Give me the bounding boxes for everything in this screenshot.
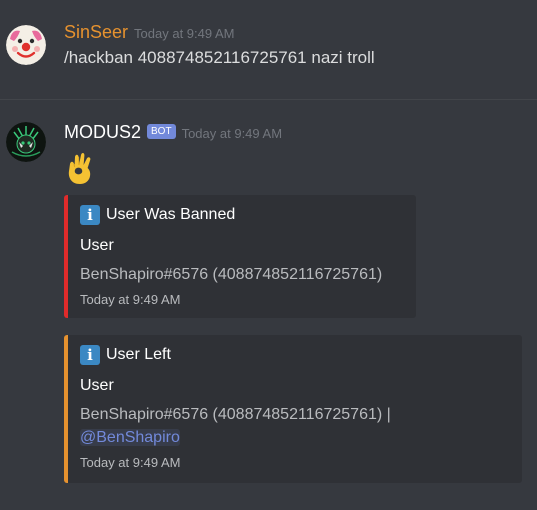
author-name[interactable]: MODUS2	[64, 122, 141, 143]
ok-hand-icon	[68, 152, 91, 184]
clown-face-icon	[6, 25, 46, 65]
ok-hand-emoji[interactable]	[64, 150, 96, 191]
embed-title-text: User Was Banned	[106, 206, 236, 223]
bot-badge: BOT	[147, 124, 176, 139]
embed-field-value: BenShapiro#6576 (408874852116725761) | @…	[80, 403, 510, 449]
embed-footer-timestamp: Today at 9:49 AM	[80, 455, 181, 470]
message-modus2: MODUS2 BOT Today at 9:49 AM	[0, 122, 282, 162]
author-name[interactable]: SinSeer	[64, 22, 128, 43]
embed-title: i User Was Banned	[80, 205, 404, 225]
message-sinseer: SinSeer Today at 9:49 AM /hackban 408874…	[0, 22, 375, 68]
embed-footer-timestamp: Today at 9:49 AM	[80, 292, 181, 307]
bot-avatar-icon	[6, 122, 46, 162]
info-icon: i	[80, 345, 100, 365]
embed-user-left: i User Left User BenShapiro#6576 (408874…	[64, 335, 522, 483]
embed-title: i User Left	[80, 345, 510, 365]
embed-field-value-text: BenShapiro#6576 (408874852116725761) |	[80, 406, 391, 423]
message-header: SinSeer Today at 9:49 AM	[64, 22, 375, 43]
info-icon: i	[80, 205, 100, 225]
embed-user-banned: i User Was Banned User BenShapiro#6576 (…	[64, 195, 416, 318]
user-mention-link[interactable]: @BenShapiro	[80, 429, 180, 446]
message-divider	[0, 99, 537, 100]
message-timestamp: Today at 9:49 AM	[181, 126, 283, 141]
embed-field-value: BenShapiro#6576 (408874852116725761)	[80, 266, 383, 283]
message-header: MODUS2 BOT Today at 9:49 AM	[64, 122, 282, 143]
embed-title-text: User Left	[106, 346, 171, 363]
message-content: /hackban 408874852116725761 nazi troll	[64, 48, 375, 67]
message-timestamp: Today at 9:49 AM	[134, 26, 235, 41]
avatar-modus2[interactable]	[6, 122, 46, 162]
embed-field-name: User	[80, 237, 114, 254]
avatar-clown[interactable]	[6, 25, 46, 65]
embed-field-name: User	[80, 377, 114, 394]
